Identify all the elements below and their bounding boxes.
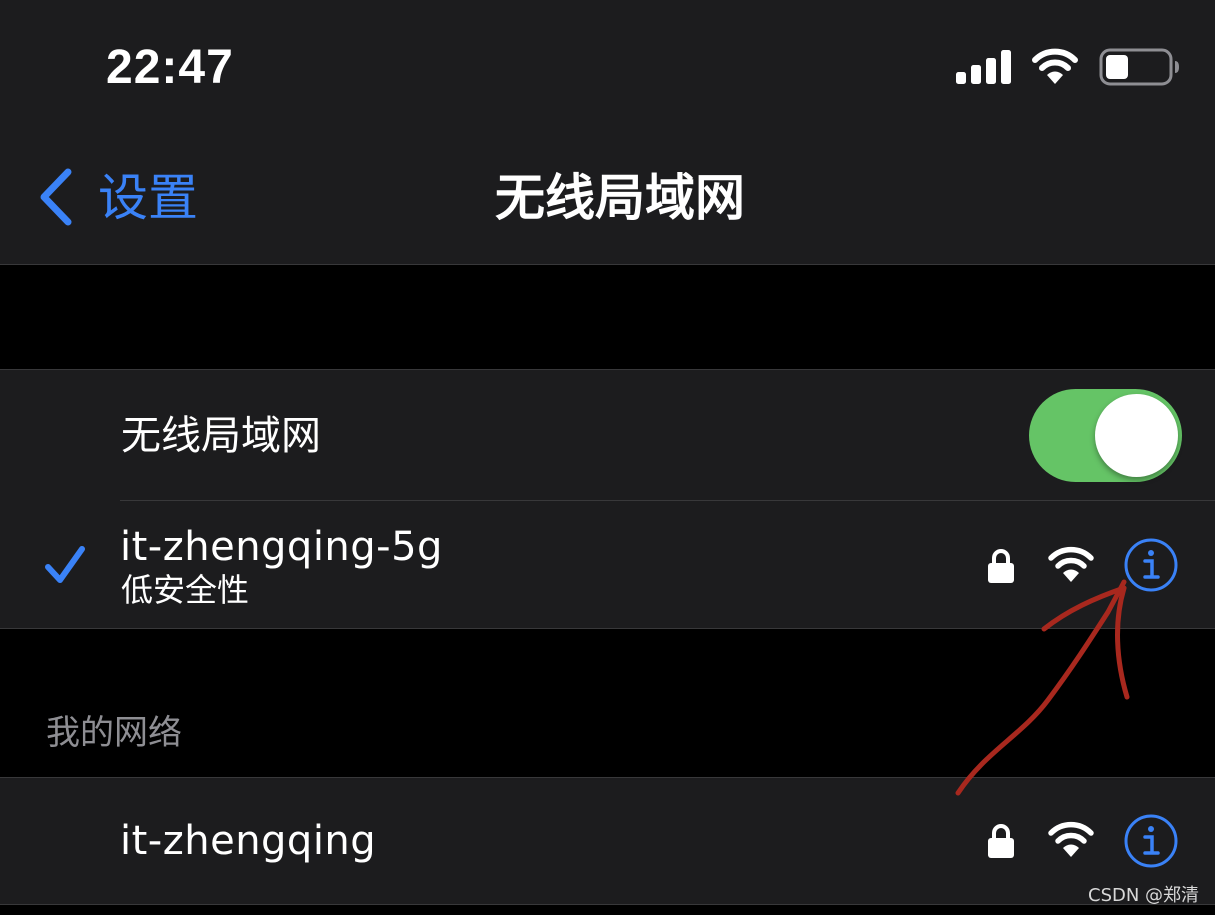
wifi-signal-icon (1048, 546, 1094, 582)
security-warning-label: 低安全性 (121, 571, 250, 609)
lock-icon (988, 824, 1014, 858)
info-icon[interactable] (1123, 813, 1179, 869)
info-icon[interactable] (1123, 537, 1179, 593)
page-title: 无线局域网 (495, 169, 745, 227)
watermark: CSDN @郑清 (1088, 885, 1200, 906)
checkmark-icon (45, 546, 85, 583)
row-divider (120, 500, 1215, 501)
wifi-toggle-label: 无线局域网 (121, 413, 321, 459)
battery-icon (1099, 48, 1179, 86)
divider (0, 264, 1215, 265)
lock-icon (988, 549, 1014, 583)
section-header: 我的网络 (46, 713, 182, 753)
status-time: 22:47 (106, 41, 234, 94)
wifi-icon (1032, 48, 1078, 84)
network-name[interactable]: it-zhengqing (120, 815, 376, 867)
wifi-signal-icon (1048, 821, 1094, 857)
connected-network-name[interactable]: it-zhengqing-5g (120, 522, 443, 572)
cellular-signal-icon (956, 50, 1011, 84)
wifi-toggle-knob[interactable] (1095, 394, 1178, 477)
